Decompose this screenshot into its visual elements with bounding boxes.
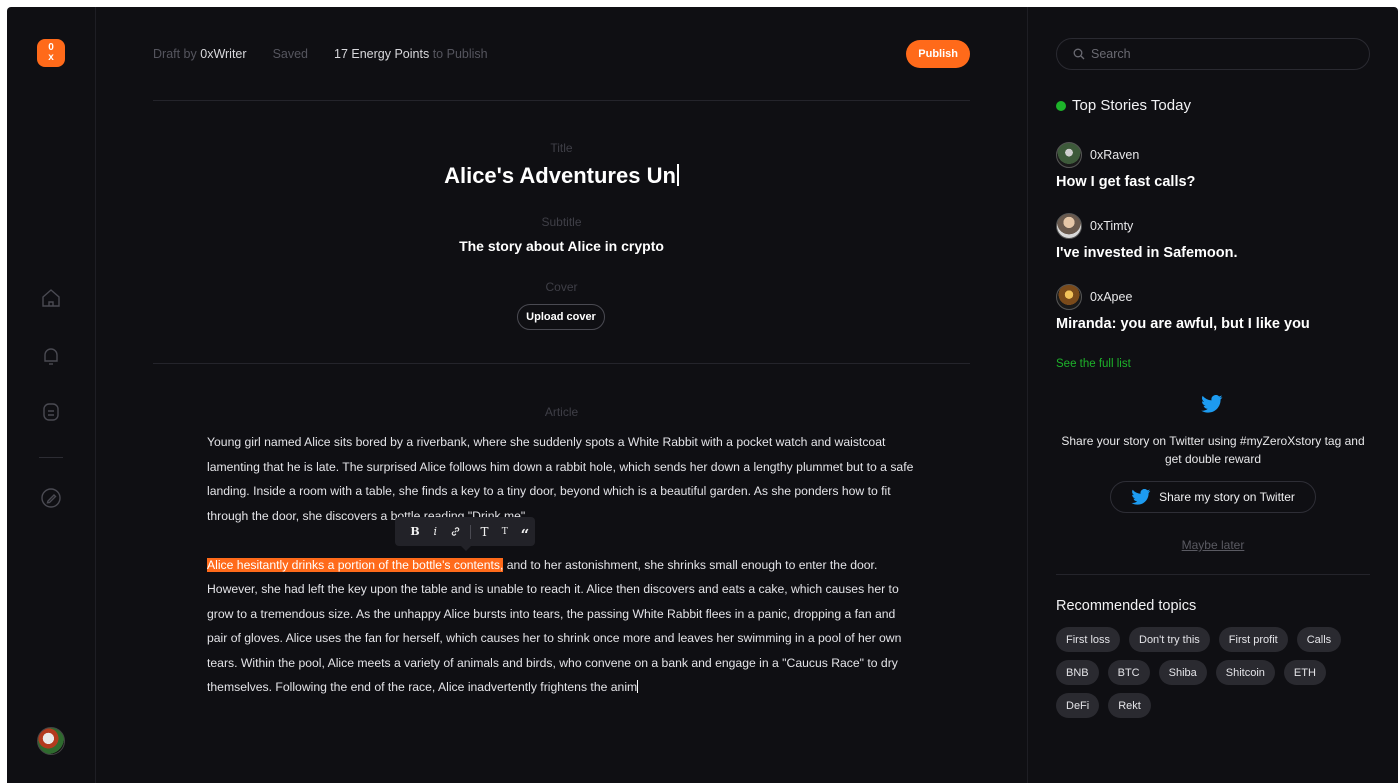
write-icon[interactable] xyxy=(38,485,64,511)
selected-text[interactable]: Alice hesitantly drinks a portion of the… xyxy=(207,557,504,572)
link-icon[interactable] xyxy=(445,521,465,543)
share-on-twitter-button[interactable]: Share my story on Twitter xyxy=(1110,481,1316,513)
story-author-name: 0xTimty xyxy=(1090,219,1134,233)
article-label: Article xyxy=(544,405,579,419)
toolbar-pointer xyxy=(461,546,471,551)
rail-divider xyxy=(39,457,63,458)
avatar xyxy=(1056,284,1082,310)
save-status: Saved xyxy=(272,47,309,61)
topic-tag[interactable]: Don't try this xyxy=(1129,627,1210,652)
topic-tag[interactable]: Rekt xyxy=(1108,693,1151,718)
topic-tag[interactable]: First profit xyxy=(1218,627,1288,652)
editor-panel: Draft by 0xWriter Saved 17 Energy Points… xyxy=(96,7,1028,783)
topic-tag[interactable]: First loss xyxy=(1056,627,1120,652)
topic-tag[interactable]: Calls xyxy=(1296,627,1342,652)
story-author[interactable]: 0xRaven xyxy=(1056,142,1376,168)
recommended-topics-title: Recommended topics xyxy=(1056,598,1197,614)
live-dot-icon xyxy=(1056,100,1066,111)
title-input[interactable]: Alice's Adventures Un xyxy=(96,163,1027,189)
twitter-icon xyxy=(1201,394,1223,418)
editor-topbar: Draft by 0xWriter Saved 17 Energy Points… xyxy=(153,38,970,70)
toolbar-separator xyxy=(469,524,471,539)
format-toolbar: B i T T “ xyxy=(395,517,535,546)
divider-top xyxy=(153,100,970,101)
paragraph-2-text: and to her astonishment, she shrinks sma… xyxy=(207,557,902,695)
story-headline[interactable]: I've invested in Safemoon. xyxy=(1056,245,1376,261)
bold-button[interactable]: B xyxy=(405,521,425,543)
twitter-icon xyxy=(1131,489,1151,505)
document-icon[interactable] xyxy=(38,399,64,425)
energy-points: 17 Energy Points xyxy=(334,47,430,61)
draft-author[interactable]: 0xWriter xyxy=(200,47,246,61)
top-stories-title: Top Stories Today xyxy=(1072,97,1191,114)
draft-info: Draft by 0xWriter xyxy=(153,47,247,61)
topic-tags: First loss Don't try this First profit C… xyxy=(1056,627,1370,718)
energy-info: 17 Energy Points to Publish xyxy=(334,47,488,61)
topic-tag[interactable]: ETH xyxy=(1283,660,1326,685)
avatar xyxy=(1056,213,1082,239)
story-headline[interactable]: Miranda: you are awful, but I like you xyxy=(1056,316,1376,332)
topic-tag[interactable]: BNB xyxy=(1056,660,1099,685)
subtitle-label: Subtitle xyxy=(541,215,582,229)
topic-tag[interactable]: Shitcoin xyxy=(1215,660,1275,685)
share-description: Share your story on Twitter using #myZer… xyxy=(1061,434,1365,466)
article-cursor xyxy=(637,680,639,693)
italic-button[interactable]: i xyxy=(425,521,445,543)
share-button-label: Share my story on Twitter xyxy=(1159,490,1295,504)
cover-label: Cover xyxy=(545,280,578,294)
article-paragraph-2[interactable]: Alice hesitantly drinks a portion of the… xyxy=(207,553,919,700)
heading-large-button[interactable]: T xyxy=(474,521,494,543)
topic-tag[interactable]: Shiba xyxy=(1158,660,1207,685)
quote-button[interactable]: “ xyxy=(515,521,535,544)
sidebar-divider xyxy=(1056,574,1370,575)
topic-tag[interactable]: DeFi xyxy=(1056,693,1100,718)
story-item[interactable]: 0xRaven How I get fast calls? xyxy=(1056,142,1376,190)
right-sidebar: Top Stories Today 0xRaven How I get fast… xyxy=(1028,7,1398,783)
bell-icon[interactable] xyxy=(38,343,64,369)
story-author[interactable]: 0xApee xyxy=(1056,284,1376,310)
left-rail: 0x xyxy=(7,7,96,783)
search-icon xyxy=(1073,48,1085,60)
search-input[interactable] xyxy=(1091,47,1351,61)
story-item[interactable]: 0xTimty I've invested in Safemoon. xyxy=(1056,213,1376,261)
maybe-later-link[interactable]: Maybe later xyxy=(1028,538,1398,552)
see-full-list-link[interactable]: See the full list xyxy=(1056,358,1131,370)
avatar xyxy=(1056,142,1082,168)
heading-small-button[interactable]: T xyxy=(495,521,515,543)
subtitle-input[interactable]: The story about Alice in crypto xyxy=(96,238,1027,254)
text-cursor xyxy=(676,164,679,186)
story-headline[interactable]: How I get fast calls? xyxy=(1056,174,1376,190)
title-label: Title xyxy=(550,141,573,155)
article-body[interactable]: Young girl named Alice sits bored by a r… xyxy=(207,430,919,700)
story-author[interactable]: 0xTimty xyxy=(1056,213,1376,239)
draft-prefix: Draft by xyxy=(153,47,197,61)
publish-button[interactable]: Publish xyxy=(906,40,970,68)
story-author-name: 0xApee xyxy=(1090,290,1133,304)
story-author-name: 0xRaven xyxy=(1090,148,1140,162)
home-icon[interactable] xyxy=(38,285,64,311)
top-stories-heading: Top Stories Today xyxy=(1056,97,1191,114)
story-item[interactable]: 0xApee Miranda: you are awful, but I lik… xyxy=(1056,284,1376,332)
upload-cover-button[interactable]: Upload cover xyxy=(517,304,605,330)
divider-middle xyxy=(153,363,970,364)
app-window: 0x Draft by 0xWriter Saved 17 Energy Poi… xyxy=(7,7,1398,783)
user-avatar[interactable] xyxy=(37,727,65,755)
energy-suffix: to Publish xyxy=(432,47,488,61)
logo[interactable]: 0x xyxy=(37,39,65,67)
search-box[interactable] xyxy=(1056,38,1370,70)
topic-tag[interactable]: BTC xyxy=(1107,660,1150,685)
title-value: Alice's Adventures Un xyxy=(444,163,676,188)
article-paragraph-1[interactable]: Young girl named Alice sits bored by a r… xyxy=(207,430,919,528)
logo-text: 0x xyxy=(48,42,54,63)
